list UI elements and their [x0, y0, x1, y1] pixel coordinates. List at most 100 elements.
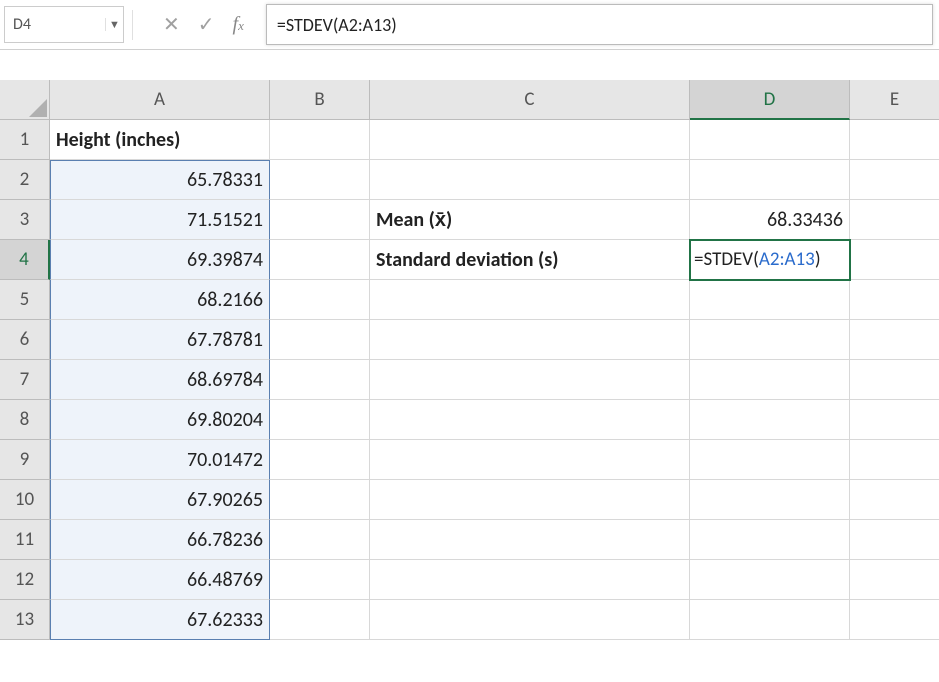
spreadsheet-grid[interactable]: A B C D E 1 Height (inches) 2 65.78331 3… [0, 80, 939, 640]
cell-C12[interactable] [370, 560, 690, 600]
cell-A1[interactable]: Height (inches) [50, 120, 270, 160]
cell-C2[interactable] [370, 160, 690, 200]
cancel-icon[interactable]: ✕ [163, 12, 180, 37]
cell-C3[interactable]: Mean (x̄) [370, 200, 690, 240]
formula-input[interactable]: =STDEV(A2:A13) [266, 4, 933, 45]
cell-C8[interactable] [370, 400, 690, 440]
cell-E8[interactable] [850, 400, 939, 440]
cell-E11[interactable] [850, 520, 939, 560]
name-box[interactable]: D4 ▼ [4, 6, 124, 43]
cell-A11[interactable]: 66.78236 [50, 520, 270, 560]
cell-D12[interactable] [690, 560, 850, 600]
cell-A4[interactable]: 69.39874 [50, 240, 270, 280]
cell-E12[interactable] [850, 560, 939, 600]
cell-E4[interactable] [850, 240, 939, 280]
col-header-D[interactable]: D [690, 80, 850, 120]
row-header-4[interactable]: 4 [0, 240, 50, 280]
cell-B12[interactable] [270, 560, 370, 600]
spacer [0, 50, 939, 80]
cell-C9[interactable] [370, 440, 690, 480]
formula-input-text: =STDEV(A2:A13) [277, 14, 397, 36]
col-header-E[interactable]: E [850, 80, 939, 120]
cell-D2[interactable] [690, 160, 850, 200]
cell-D5[interactable] [690, 280, 850, 320]
cell-B5[interactable] [270, 280, 370, 320]
row-header-8[interactable]: 8 [0, 400, 50, 440]
cell-B3[interactable] [270, 200, 370, 240]
cell-D4-suffix: ) [815, 248, 821, 271]
cell-D13[interactable] [690, 600, 850, 640]
row-header-10[interactable]: 10 [0, 480, 50, 520]
cell-D11[interactable] [690, 520, 850, 560]
fx-icon[interactable]: fx [233, 13, 244, 36]
row-header-3[interactable]: 3 [0, 200, 50, 240]
cell-D4-ref: A2:A13 [759, 248, 815, 271]
confirm-icon[interactable]: ✓ [198, 12, 215, 37]
cell-D7[interactable] [690, 360, 850, 400]
cell-D1[interactable] [690, 120, 850, 160]
row-header-6[interactable]: 6 [0, 320, 50, 360]
row-header-13[interactable]: 13 [0, 600, 50, 640]
cell-E10[interactable] [850, 480, 939, 520]
cell-D4[interactable]: =STDEV(A2:A13) [690, 240, 850, 280]
cell-E1[interactable] [850, 120, 939, 160]
cell-C11[interactable] [370, 520, 690, 560]
cell-E13[interactable] [850, 600, 939, 640]
col-header-C[interactable]: C [370, 80, 690, 120]
select-all-corner[interactable] [0, 80, 50, 120]
cell-E7[interactable] [850, 360, 939, 400]
cell-B1[interactable] [270, 120, 370, 160]
cell-A5[interactable]: 68.2166 [50, 280, 270, 320]
cell-A7[interactable]: 68.69784 [50, 360, 270, 400]
cell-E3[interactable] [850, 200, 939, 240]
cell-A8[interactable]: 69.80204 [50, 400, 270, 440]
cell-C7[interactable] [370, 360, 690, 400]
cell-B4[interactable] [270, 240, 370, 280]
row-header-1[interactable]: 1 [0, 120, 50, 160]
cell-C4[interactable]: Standard deviation (s) [370, 240, 690, 280]
cell-C6[interactable] [370, 320, 690, 360]
cell-B9[interactable] [270, 440, 370, 480]
row-header-11[interactable]: 11 [0, 520, 50, 560]
cell-B10[interactable] [270, 480, 370, 520]
cell-D8[interactable] [690, 400, 850, 440]
name-box-value: D4 [5, 15, 105, 34]
cell-B6[interactable] [270, 320, 370, 360]
cell-E9[interactable] [850, 440, 939, 480]
formula-bar: D4 ▼ ✕ ✓ fx =STDEV(A2:A13) [0, 0, 939, 50]
cell-D6[interactable] [690, 320, 850, 360]
cell-A3[interactable]: 71.51521 [50, 200, 270, 240]
cell-B13[interactable] [270, 600, 370, 640]
cell-C1[interactable] [370, 120, 690, 160]
cell-B8[interactable] [270, 400, 370, 440]
cell-A13[interactable]: 67.62333 [50, 600, 270, 640]
cell-A2[interactable]: 65.78331 [50, 160, 270, 200]
cell-C13[interactable] [370, 600, 690, 640]
row-header-2[interactable]: 2 [0, 160, 50, 200]
col-header-A[interactable]: A [50, 80, 270, 120]
cell-A10[interactable]: 67.90265 [50, 480, 270, 520]
cell-A6[interactable]: 67.78781 [50, 320, 270, 360]
formula-bar-buttons: ✕ ✓ fx [141, 0, 266, 49]
col-header-B[interactable]: B [270, 80, 370, 120]
cell-D9[interactable] [690, 440, 850, 480]
cell-E2[interactable] [850, 160, 939, 200]
name-box-dropdown-icon[interactable]: ▼ [105, 18, 123, 31]
cell-E6[interactable] [850, 320, 939, 360]
cell-C5[interactable] [370, 280, 690, 320]
row-header-12[interactable]: 12 [0, 560, 50, 600]
cell-A12[interactable]: 66.48769 [50, 560, 270, 600]
row-header-5[interactable]: 5 [0, 280, 50, 320]
row-header-9[interactable]: 9 [0, 440, 50, 480]
cell-A9[interactable]: 70.01472 [50, 440, 270, 480]
cell-D4-prefix: =STDEV( [694, 248, 759, 271]
cell-B11[interactable] [270, 520, 370, 560]
cell-D3[interactable]: 68.33436 [690, 200, 850, 240]
cell-E5[interactable] [850, 280, 939, 320]
cell-B7[interactable] [270, 360, 370, 400]
cell-B2[interactable] [270, 160, 370, 200]
cell-D10[interactable] [690, 480, 850, 520]
row-header-7[interactable]: 7 [0, 360, 50, 400]
cell-C10[interactable] [370, 480, 690, 520]
separator [132, 10, 133, 40]
